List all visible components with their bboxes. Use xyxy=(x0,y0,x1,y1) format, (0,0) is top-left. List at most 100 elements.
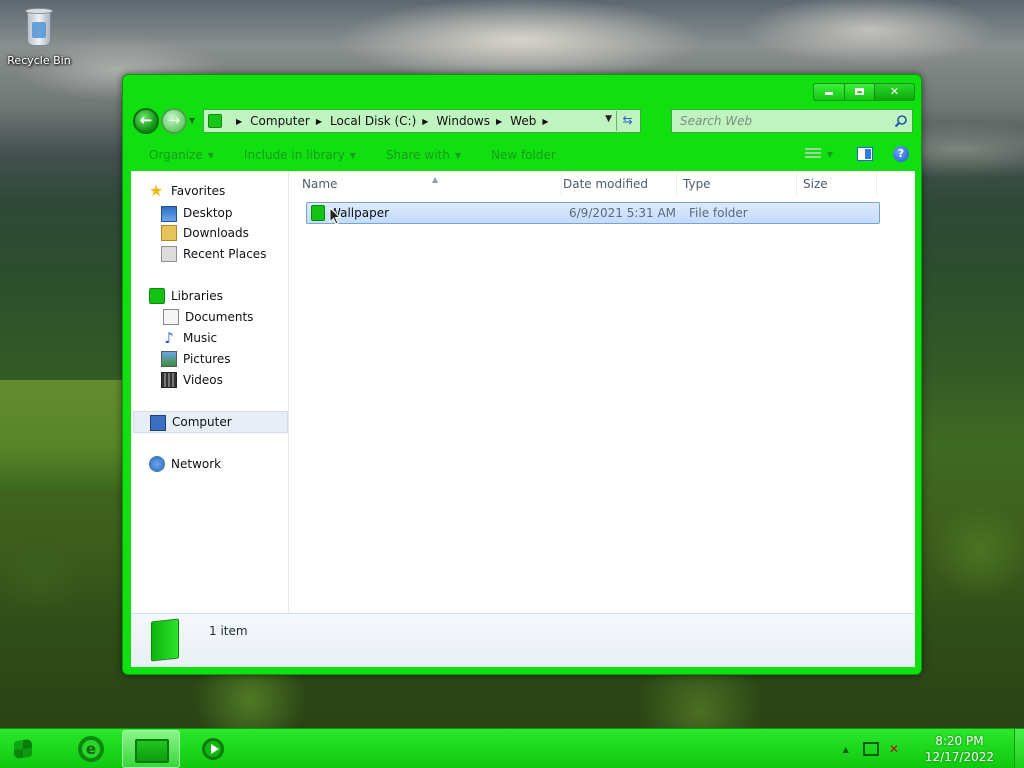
nav-item-videos[interactable]: Videos xyxy=(161,372,223,388)
search-box xyxy=(671,109,913,133)
include-in-library-menu[interactable]: Include in library ▼ xyxy=(244,148,356,162)
chevron-right-icon: ▶ xyxy=(422,116,429,126)
column-header-type[interactable]: Type xyxy=(677,171,797,197)
taskbar-windows-explorer[interactable] xyxy=(122,730,180,768)
table-row[interactable]: Wallpaper 6/9/2021 5:31 AM File folder xyxy=(306,202,880,225)
maximize-button[interactable] xyxy=(845,83,875,101)
column-header-date-modified[interactable]: Date modified xyxy=(557,171,677,197)
search-input[interactable] xyxy=(672,110,882,132)
organize-menu[interactable]: Organize ▼ xyxy=(149,148,214,162)
volume-muted-icon[interactable]: ✕ xyxy=(889,742,905,756)
network-icon xyxy=(149,456,165,472)
breadcrumb-label: Windows xyxy=(436,114,490,128)
back-button[interactable]: ← xyxy=(133,108,159,134)
recent-places-icon xyxy=(161,246,177,262)
nav-favorites-label: Favorites xyxy=(171,184,226,198)
nav-network[interactable]: Network xyxy=(149,456,221,472)
column-header-label: Name xyxy=(302,177,338,191)
column-header-label: Size xyxy=(803,177,828,191)
nav-item-label: Recent Places xyxy=(183,247,267,261)
close-icon: ✕ xyxy=(889,85,900,98)
new-folder-button[interactable]: New folder xyxy=(491,148,556,162)
breadcrumb-computer[interactable]: Computer ▶ xyxy=(250,114,322,128)
pictures-icon xyxy=(161,351,177,367)
nav-libraries-label: Libraries xyxy=(171,289,223,303)
organize-label: Organize xyxy=(149,148,203,162)
nav-item-desktop[interactable]: Desktop xyxy=(161,204,233,222)
clock-date: 12/17/2022 xyxy=(924,750,994,764)
folder-icon xyxy=(208,114,222,128)
column-header-name[interactable]: ▲ Name xyxy=(296,171,562,197)
address-bar[interactable]: ▶ Computer ▶ Local Disk (C:) ▶ Windows ▶ We… xyxy=(203,109,641,133)
chevron-down-icon: ▼ xyxy=(349,150,356,160)
column-header-size[interactable]: Size xyxy=(797,171,877,197)
forward-button[interactable]: → xyxy=(161,108,187,134)
share-with-menu[interactable]: Share with ▼ xyxy=(386,148,461,162)
view-options-dropdown[interactable]: ▼ xyxy=(827,150,833,159)
minimize-button[interactable] xyxy=(813,83,845,101)
show-hidden-icons-button[interactable]: ▲ xyxy=(843,745,849,754)
new-folder-label: New folder xyxy=(491,148,556,162)
folder-icon xyxy=(311,205,325,221)
internet-explorer-icon: e xyxy=(78,736,104,762)
content-area: ★ Favorites Desktop Downloads Recent Pla… xyxy=(131,171,915,613)
search-icon[interactable] xyxy=(894,114,908,128)
breadcrumb-root-arrow[interactable]: ▶ xyxy=(230,117,242,126)
item-count: 1 item xyxy=(209,624,248,638)
chevron-down-icon: ▼ xyxy=(207,150,214,160)
nav-libraries[interactable]: Libraries xyxy=(149,288,223,304)
documents-icon xyxy=(163,309,179,325)
network-status-icon[interactable] xyxy=(862,742,879,756)
column-header-label: Type xyxy=(683,177,711,191)
chevron-down-icon: ▼ xyxy=(454,150,461,160)
recent-pages-dropdown[interactable]: ▼ xyxy=(189,116,199,126)
star-icon: ★ xyxy=(149,181,164,200)
view-options-icon[interactable] xyxy=(804,148,821,160)
folder-icon xyxy=(151,618,179,662)
nav-item-label: Downloads xyxy=(183,226,249,240)
close-button[interactable]: ✕ xyxy=(875,83,915,101)
nav-item-downloads[interactable]: Downloads xyxy=(161,225,249,241)
chevron-down-icon: ▼ xyxy=(189,116,196,125)
chevron-right-icon: ▶ xyxy=(496,116,503,126)
caption-buttons: ✕ xyxy=(813,83,915,101)
computer-icon xyxy=(150,414,166,431)
breadcrumb-windows[interactable]: Windows ▶ xyxy=(436,114,502,128)
explorer-window: ✕ ← → ▼ ▶ Computer ▶ Local Disk (C:) ▶ Win… xyxy=(122,74,922,675)
refresh-button[interactable]: ⇆ xyxy=(616,111,638,131)
nav-item-pictures[interactable]: Pictures xyxy=(161,351,231,367)
taskbar-media-player[interactable] xyxy=(182,730,240,768)
music-note-icon: ♪ xyxy=(164,329,174,347)
nav-item-label: Documents xyxy=(185,310,254,324)
forward-arrow-icon: → xyxy=(167,111,181,129)
help-icon[interactable]: ? xyxy=(893,146,909,162)
column-header-label: Date modified xyxy=(563,177,649,191)
mouse-cursor-icon xyxy=(329,207,341,225)
nav-item-label: Desktop xyxy=(183,206,233,220)
nav-computer[interactable]: Computer xyxy=(133,411,288,433)
taskbar: e ▲ ✕ 8:20 PM 12/17/2022 xyxy=(0,728,1024,768)
nav-item-label: Videos xyxy=(183,373,223,387)
share-with-label: Share with xyxy=(385,148,450,162)
breadcrumb-web[interactable]: Web ▶ xyxy=(510,114,548,128)
nav-item-documents[interactable]: Documents xyxy=(161,309,253,325)
recycle-bin-icon xyxy=(23,6,55,48)
breadcrumb-local-disk[interactable]: Local Disk (C:) ▶ xyxy=(330,114,428,128)
address-history-dropdown[interactable]: ▼ xyxy=(605,114,612,124)
preview-pane-icon[interactable] xyxy=(857,147,873,161)
folder-icon xyxy=(135,739,169,763)
show-desktop-button[interactable] xyxy=(1014,729,1024,768)
desktop-icon-recycle-bin[interactable]: Recycle Bin xyxy=(6,6,72,67)
chevron-right-icon: ▶ xyxy=(542,116,549,126)
nav-item-recent-places[interactable]: Recent Places xyxy=(161,246,266,262)
start-button[interactable] xyxy=(8,734,38,764)
media-player-icon xyxy=(202,738,224,760)
taskbar-internet-explorer[interactable]: e xyxy=(62,730,120,768)
breadcrumb-label: Computer xyxy=(250,114,310,128)
view-controls: ▼ ? xyxy=(804,146,909,162)
nav-item-label: Music xyxy=(183,331,218,345)
nav-item-music[interactable]: ♪ Music xyxy=(161,330,217,346)
chevron-down-icon: ▼ xyxy=(605,114,612,124)
nav-favorites[interactable]: ★ Favorites xyxy=(149,183,225,199)
clock[interactable]: 8:20 PM 12/17/2022 xyxy=(925,733,994,765)
